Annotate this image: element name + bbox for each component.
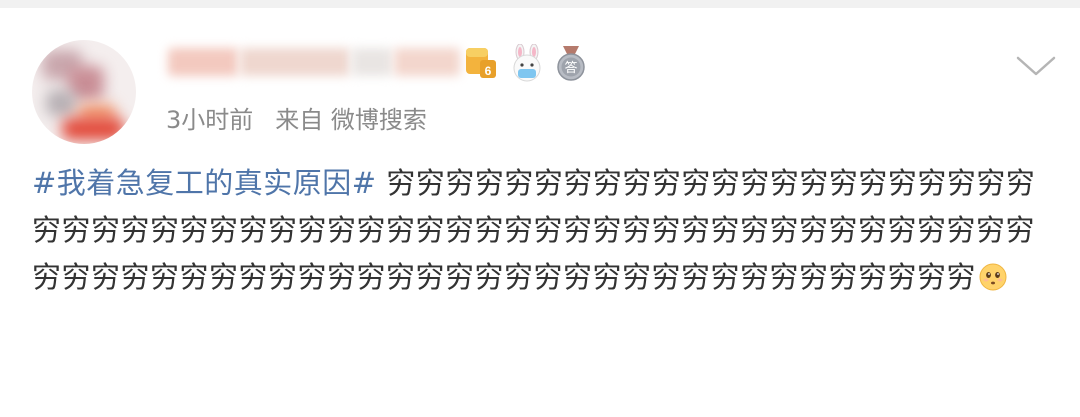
sad-face-emoji-icon <box>979 263 1007 291</box>
username-blurred[interactable] <box>162 38 462 88</box>
post-time: 3小时前 <box>166 105 254 134</box>
answer-medal-badge-icon[interactable]: 答 <box>554 44 588 82</box>
chevron-down-icon[interactable] <box>1014 52 1058 80</box>
rabbit-mask-badge-icon[interactable] <box>508 44 546 82</box>
user-avatar[interactable] <box>32 40 136 144</box>
svg-text:6: 6 <box>485 64 492 78</box>
level-badge-icon[interactable]: 6 <box>462 46 498 80</box>
top-separator <box>0 0 1080 8</box>
svg-text:答: 答 <box>564 60 577 76</box>
post-source[interactable]: 来自 微博搜索 <box>275 100 427 135</box>
hashtag-link[interactable]: #我着急复工的真实原因# <box>32 166 377 200</box>
post-meta: 3小时前 来自 微博搜索 <box>166 100 427 134</box>
post-content: #我着急复工的真实原因# 穷穷穷穷穷穷穷穷穷穷穷穷穷穷穷穷穷穷穷穷穷穷穷穷穷穷穷… <box>32 160 1046 301</box>
